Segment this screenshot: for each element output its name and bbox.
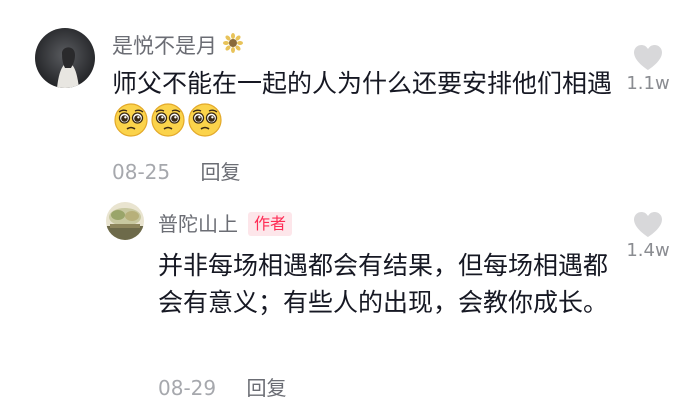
avatar[interactable] <box>106 202 144 240</box>
comment-username[interactable]: 是悦不是月 <box>112 30 217 60</box>
like-button[interactable]: 1.4w <box>613 211 683 261</box>
like-count: 1.4w <box>626 240 670 261</box>
reply-button[interactable]: 回复 <box>200 160 240 184</box>
sunflower-icon <box>223 33 243 53</box>
comment-meta: 08-25 回复 <box>112 156 240 185</box>
heart-icon <box>634 45 662 70</box>
comment-username[interactable]: 普陀山上 作者 <box>158 208 293 237</box>
comment-date: 08-25 <box>112 160 171 184</box>
comment-text: 并非每场相遇都会有结果，但每场相遇都会有意义；有些人的出现，会教你成长。 <box>158 247 608 321</box>
pleading-face-icon <box>151 103 185 137</box>
pleading-face-icon <box>188 103 222 137</box>
author-badge: 作者 <box>248 212 293 236</box>
reply-button[interactable]: 回复 <box>246 376 286 400</box>
like-count: 1.1w <box>626 73 670 94</box>
comment-body: 并非每场相遇都会有结果，但每场相遇都会有意义；有些人的出现，会教你成长。 <box>158 251 609 317</box>
comment-date: 08-29 <box>158 376 217 400</box>
heart-icon <box>634 212 662 237</box>
comment-meta: 08-29 回复 <box>158 372 286 401</box>
comment-text: 师父不能在一起的人为什么还要安排他们相遇 <box>112 66 612 138</box>
pleading-face-icon <box>114 103 148 137</box>
like-button[interactable]: 1.1w <box>613 44 683 94</box>
comment-body: 师父不能在一起的人为什么还要安排他们相遇 <box>112 69 613 98</box>
avatar[interactable] <box>35 28 95 88</box>
